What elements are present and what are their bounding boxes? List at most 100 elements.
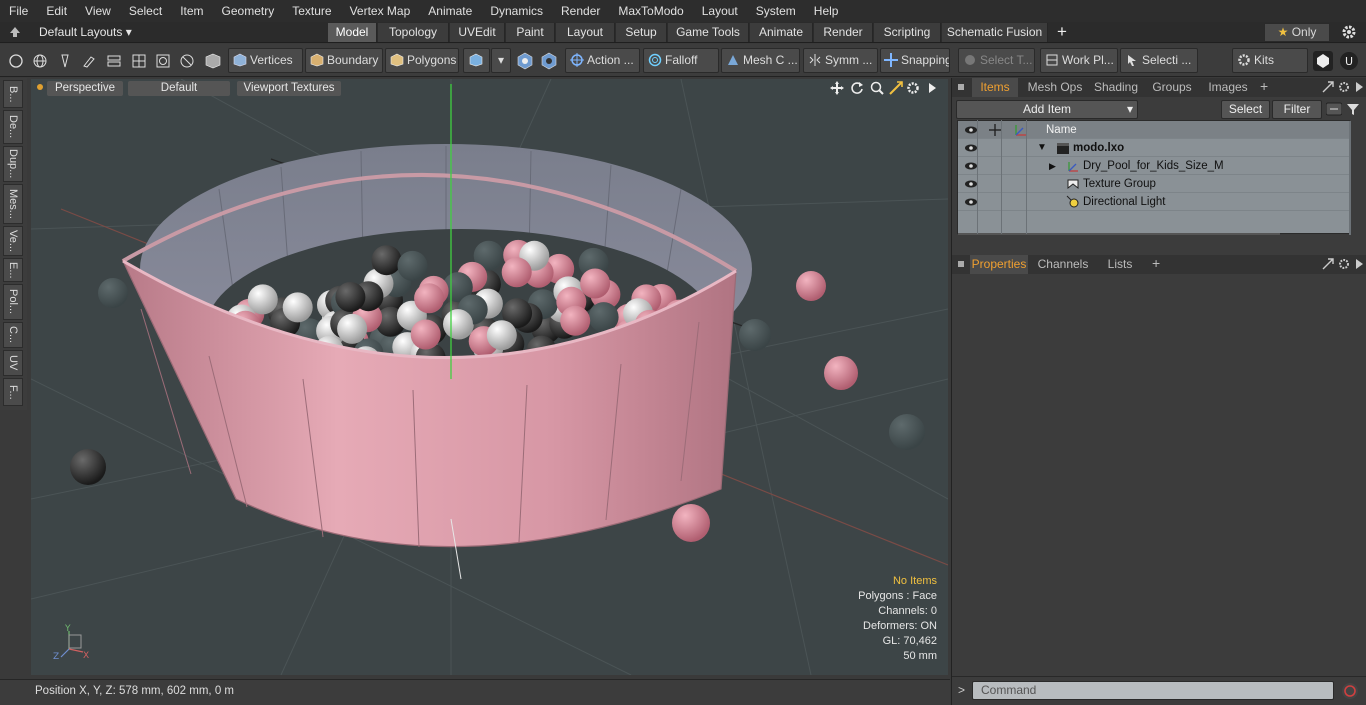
unreal-icon[interactable]: U [1338, 49, 1360, 72]
polygons-button[interactable]: Polygons [385, 48, 459, 73]
default-layouts-dropdown[interactable]: Default Layouts ▾ [39, 25, 132, 39]
props-expand-icon[interactable] [1322, 258, 1334, 273]
tab-model[interactable]: Model [328, 23, 377, 42]
filter-button[interactable]: Filter [1272, 100, 1322, 119]
tab-paint[interactable]: Paint [506, 23, 555, 42]
name-column-header[interactable]: Name [1046, 121, 1077, 139]
grid-icon[interactable] [128, 49, 150, 72]
vtab-curve[interactable]: C... [3, 322, 23, 348]
tab-setup[interactable]: Setup [616, 23, 667, 42]
menu-file[interactable]: File [0, 0, 37, 22]
viewport-textures-button[interactable]: Viewport Textures [237, 81, 341, 96]
props-gear-icon[interactable] [1338, 258, 1350, 273]
action-center-button[interactable]: Action ... [565, 48, 640, 73]
tab-items[interactable]: Items [972, 78, 1018, 97]
tab-groups[interactable]: Groups [1148, 78, 1196, 97]
unity-icon[interactable] [1312, 49, 1334, 72]
tab-topology[interactable]: Topology [378, 23, 449, 42]
circle-select-icon[interactable] [5, 49, 27, 72]
menu-vertex-map[interactable]: Vertex Map [341, 0, 420, 22]
shading-default-button[interactable]: Default [128, 81, 230, 96]
pen-icon[interactable] [54, 49, 76, 72]
panel-expand-icon[interactable] [1322, 81, 1334, 96]
tab-lists[interactable]: Lists [1096, 255, 1144, 274]
panel-gear-icon[interactable] [1338, 81, 1350, 96]
material-sphere-icon[interactable] [514, 49, 536, 72]
item-row-scene[interactable]: ▼ modo.lxo [958, 139, 1349, 157]
props-menu-icon[interactable] [958, 261, 964, 267]
tab-animate[interactable]: Animate [750, 23, 813, 42]
zoom-icon[interactable] [870, 81, 884, 98]
cube-solid-icon[interactable] [202, 49, 224, 72]
fit-icon[interactable] [889, 81, 903, 98]
tab-layout[interactable]: Layout [556, 23, 615, 42]
expand-arrow-icon[interactable]: ▼ [1037, 139, 1047, 157]
tab-images[interactable]: Images [1202, 78, 1254, 97]
row-eye-icon[interactable] [964, 196, 978, 214]
menu-texture[interactable]: Texture [283, 0, 340, 22]
record-icon[interactable] [1340, 681, 1360, 704]
3d-viewport[interactable]: Y X Z Perspective Default Viewport Textu… [31, 79, 948, 675]
mode-dropdown[interactable]: ▾ [491, 48, 511, 73]
symmetry-button[interactable]: Symm ... [803, 48, 878, 73]
pan-icon[interactable] [830, 81, 844, 98]
menu-item[interactable]: Item [171, 0, 212, 22]
vtab-vertex[interactable]: Ve... [3, 226, 23, 256]
rotate-icon[interactable] [850, 81, 864, 98]
mesh-constraint-button[interactable]: Mesh C ... [721, 48, 800, 73]
menu-animate[interactable]: Animate [419, 0, 481, 22]
brush-icon[interactable] [78, 49, 100, 72]
menu-geometry[interactable]: Geometry [213, 0, 284, 22]
panel-menu-icon[interactable] [958, 84, 964, 90]
boundary-button[interactable]: Boundary [305, 48, 383, 73]
tab-properties[interactable]: Properties [970, 255, 1028, 274]
item-row-light[interactable]: Directional Light [958, 193, 1349, 211]
add-item-dropdown[interactable]: Add Item ▾ [956, 100, 1138, 119]
tab-game-tools[interactable]: Game Tools [668, 23, 749, 42]
work-plane-button[interactable]: Work Pl... [1040, 48, 1118, 73]
vtab-fusion[interactable]: F... [3, 378, 23, 406]
menu-maxtomodo[interactable]: MaxToModo [609, 0, 692, 22]
vtab-basic[interactable]: B... [3, 80, 23, 108]
menu-view[interactable]: View [76, 0, 120, 22]
menu-help[interactable]: Help [805, 0, 848, 22]
menu-edit[interactable]: Edit [37, 0, 76, 22]
select-button[interactable]: Select [1221, 100, 1270, 119]
vtab-deform[interactable]: De... [3, 110, 23, 144]
item-list-hscroll[interactable] [958, 233, 1280, 235]
viewport-gear-icon[interactable] [906, 81, 920, 98]
select-through-button[interactable]: Select T... [958, 48, 1035, 73]
vertices-button[interactable]: Vertices [228, 48, 303, 73]
item-row-texture-group[interactable]: Texture Group [958, 175, 1349, 193]
tab-channels[interactable]: Channels [1034, 255, 1092, 274]
perspective-button[interactable]: Perspective [47, 81, 123, 96]
add-props-tab-icon[interactable]: + [1152, 255, 1160, 271]
menu-select[interactable]: Select [120, 0, 171, 22]
vtab-mesh-edit[interactable]: Mes... [3, 184, 23, 224]
funnel-icon[interactable] [1346, 102, 1360, 119]
slice-icon[interactable] [176, 49, 198, 72]
snapping-button[interactable]: Snapping [880, 48, 950, 73]
panel-arrow-icon[interactable] [1354, 81, 1364, 96]
layout-up-icon[interactable] [9, 25, 21, 39]
loop-icon[interactable] [152, 49, 174, 72]
gear-icon[interactable] [1341, 24, 1357, 40]
tab-schematic-fusion[interactable]: Schematic Fusion [942, 23, 1048, 42]
falloff-button[interactable]: Falloff [643, 48, 719, 73]
vtab-uv[interactable]: UV [3, 350, 23, 376]
collapse-arrow-icon[interactable]: ▶ [1049, 157, 1056, 175]
vtab-duplicate[interactable]: Dup... [3, 146, 23, 182]
menu-system[interactable]: System [747, 0, 805, 22]
menu-dynamics[interactable]: Dynamics [481, 0, 552, 22]
tab-mesh-ops[interactable]: Mesh Ops [1024, 78, 1086, 97]
add-panel-tab-icon[interactable]: + [1260, 78, 1268, 94]
props-arrow-icon[interactable] [1354, 258, 1364, 273]
menu-render[interactable]: Render [552, 0, 609, 22]
symmetry-sphere-icon[interactable] [538, 49, 560, 72]
item-mode-button[interactable] [463, 48, 490, 73]
tab-shading[interactable]: Shading [1090, 78, 1142, 97]
bridge-icon[interactable] [103, 49, 125, 72]
selection-sets-button[interactable]: Selecti ... [1120, 48, 1198, 73]
viewport-expand-icon[interactable] [927, 82, 937, 97]
tab-render[interactable]: Render [814, 23, 873, 42]
